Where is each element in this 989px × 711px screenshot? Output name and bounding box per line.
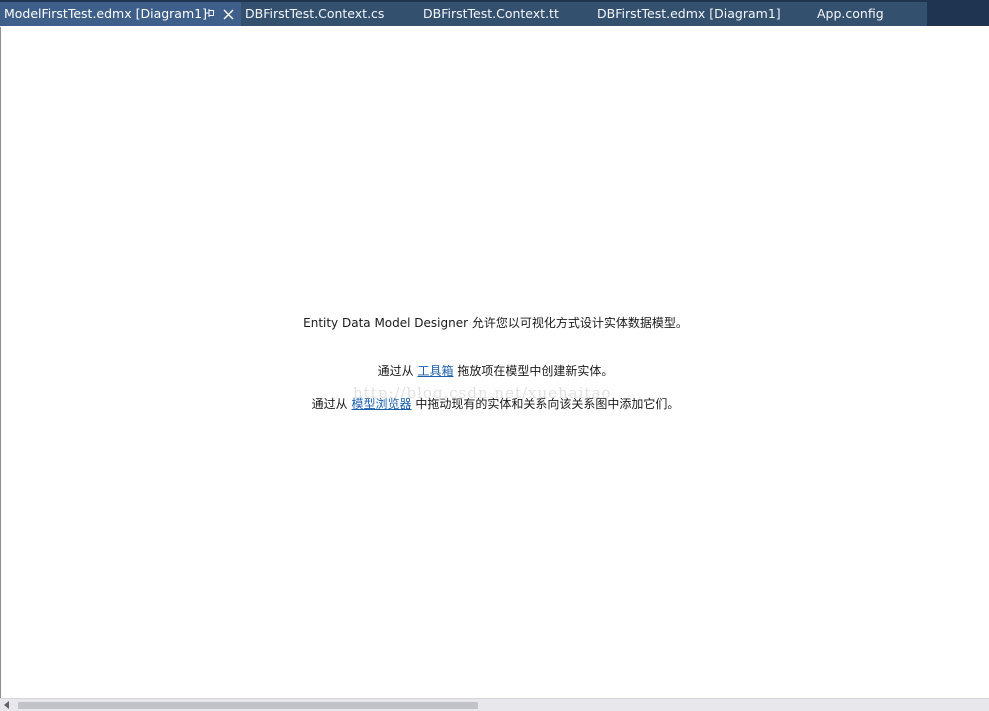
tab-label: DBFirstTest.edmx [Diagram1] [597,6,781,21]
pin-icon[interactable] [204,7,216,19]
scrollbar-thumb[interactable] [18,702,478,709]
tab-modelfirsttest-edmx[interactable]: ModelFirstTest.edmx [Diagram1] [0,2,241,26]
designer-intro-text: Entity Data Model Designer 允许您以可视化方式设计实体… [303,316,688,330]
tab-dbfirsttest-edmx[interactable]: DBFirstTest.edmx [Diagram1] [578,2,796,26]
model-browser-hint: 通过从 模型浏览器 中拖动现有的实体和关系向该关系图中添加它们。 [1,395,989,412]
hint-prefix: 通过从 [311,397,352,411]
tab-dbfirsttest-context-tt[interactable]: DBFirstTest.Context.tt [404,2,578,26]
tab-label: App.config [817,6,884,21]
tab-dbfirsttest-context-cs[interactable]: DBFirstTest.Context.cs [241,2,404,26]
toolbox-hint: 通过从 工具箱 拖放项在模型中创建新实体。 [1,362,989,379]
arrow-left-icon[interactable] [0,699,14,711]
document-tab-strip: ModelFirstTest.edmx [Diagram1] DBFirstTe… [0,0,989,27]
close-icon[interactable] [221,7,235,21]
tab-label: DBFirstTest.Context.cs [245,6,385,21]
designer-surface[interactable]: Entity Data Model Designer 允许您以可视化方式设计实体… [0,27,989,698]
model-browser-link[interactable]: 模型浏览器 [351,397,411,411]
tab-app-config[interactable]: App.config [796,2,927,26]
horizontal-scrollbar[interactable] [0,698,989,711]
hint-prefix: 通过从 [377,364,418,378]
toolbox-link[interactable]: 工具箱 [417,364,453,378]
tab-label: ModelFirstTest.edmx [Diagram1] [4,6,207,21]
hint-suffix: 拖放项在模型中创建新实体。 [453,364,614,378]
tab-label: DBFirstTest.Context.tt [423,6,559,21]
hint-suffix: 中拖动现有的实体和关系向该关系图中添加它们。 [411,397,680,411]
